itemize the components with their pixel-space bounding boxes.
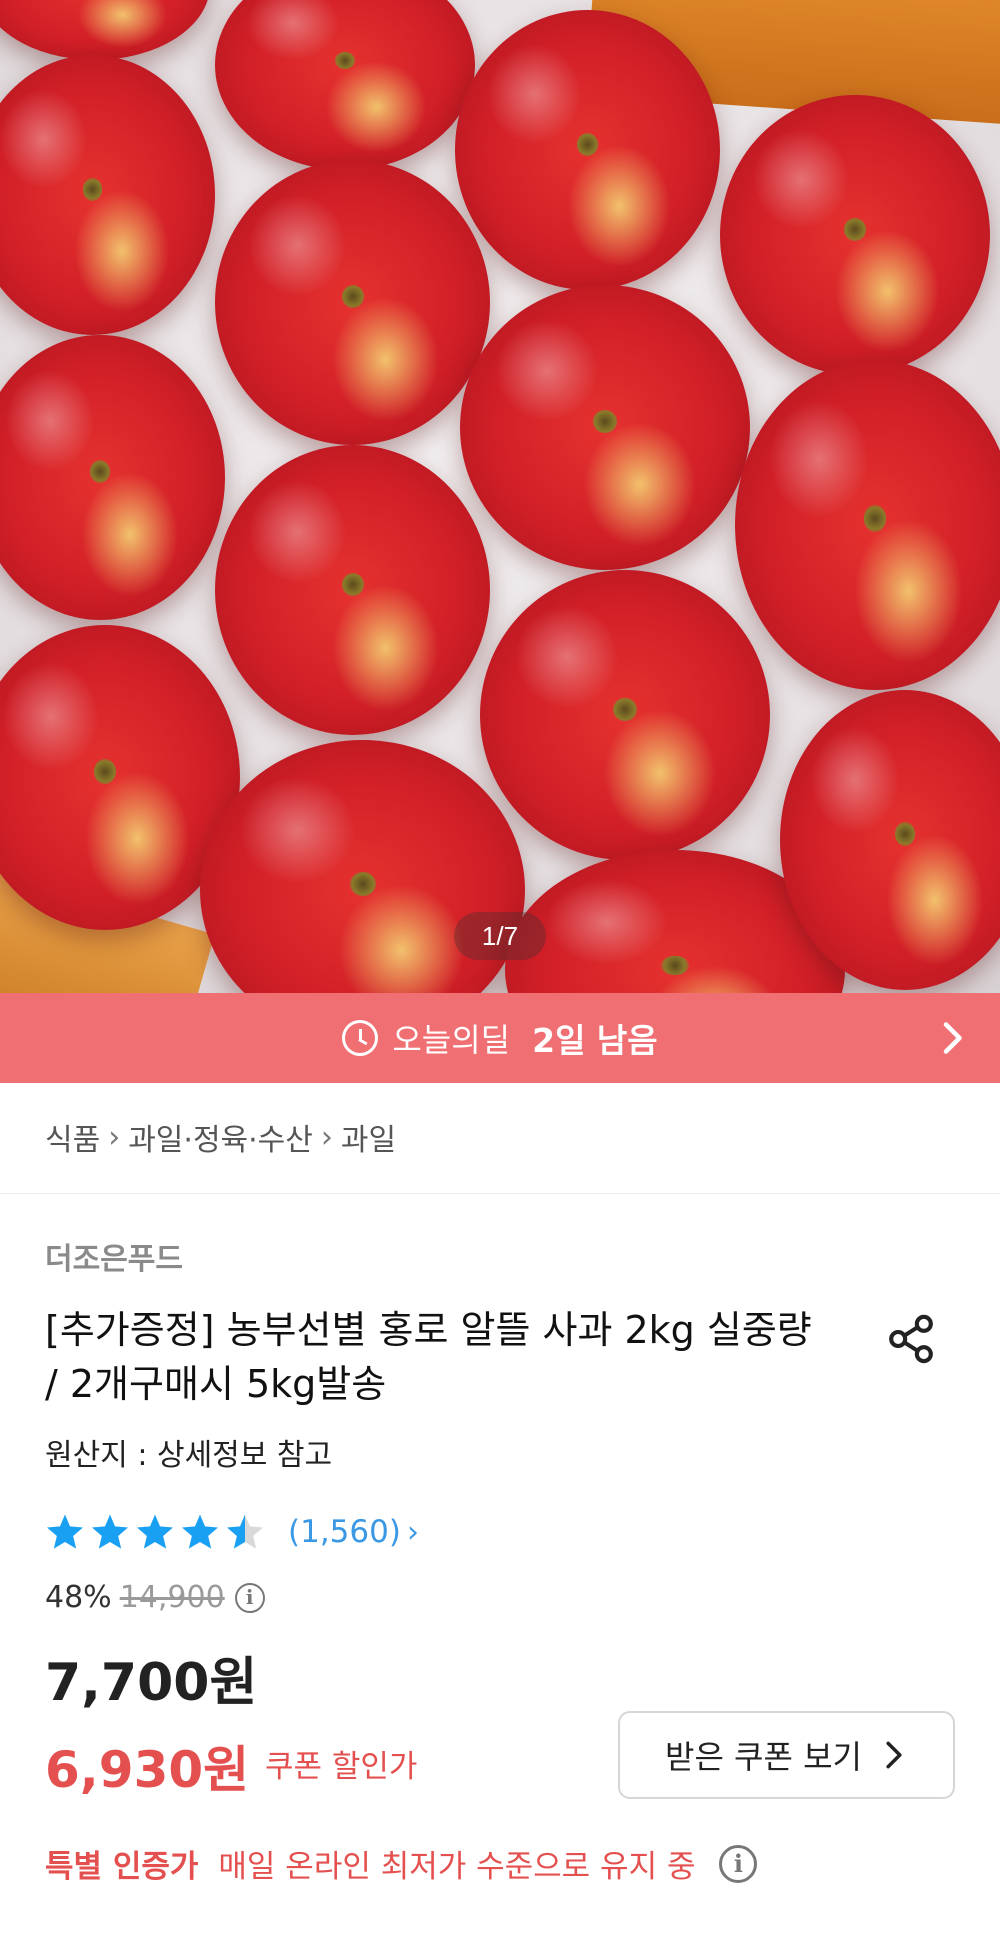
certification-row: 특별 인증가 매일 온라인 최저가 수준으로 유지 중 i [45,1841,758,1886]
coupon-price-label: 쿠폰 할인가 [265,1749,418,1785]
seller-name[interactable]: 더조은푸드 [45,1234,183,1278]
chevron-right-icon [886,1741,902,1769]
discount-percent: 48% [45,1580,112,1615]
share-icon[interactable] [883,1311,939,1367]
info-icon[interactable]: i [234,1582,265,1613]
info-icon[interactable]: i [719,1844,758,1883]
chevron-right-icon: › [320,1119,333,1155]
rating-row: (1,560) › [45,1512,419,1552]
product-title: [추가증정] 농부선별 홍로 알뜰 사과 2kg 실중량 / 2개구매시 5kg… [45,1308,812,1406]
deal-remaining: 2일 남음 [532,1021,658,1060]
breadcrumb-item[interactable]: 식품 [45,1115,100,1159]
view-coupons-label: 받은 쿠폰 보기 [665,1738,862,1776]
apple-image [215,445,490,735]
star-rating [45,1512,270,1552]
apple-image [0,55,215,335]
apple-image [215,160,490,445]
certification-text: 매일 온라인 최저가 수준으로 유지 중 [218,1849,696,1885]
sale-price: 7,700원 [45,1653,258,1713]
deal-label: 오늘의딜 [392,1021,511,1059]
apple-image [720,95,990,375]
star-half-icon [227,1514,263,1549]
apple-image [460,285,750,570]
discount-row: 48% 14,900 i [45,1580,265,1615]
product-image-gallery[interactable]: 1/7 [0,0,1000,993]
apple-image [0,0,210,60]
coupon-price: 6,930원 [45,1741,250,1799]
review-count-link[interactable]: (1,560) › [288,1514,419,1550]
apple-image [735,360,1000,690]
original-price: 14,900 [119,1580,225,1615]
breadcrumb-item[interactable]: 과일 [341,1115,396,1159]
origin-info: 원산지 : 상세정보 참고 [45,1438,333,1473]
star-icon [137,1514,173,1549]
apple-image [0,335,225,620]
apple-image [480,570,770,860]
star-icon [47,1514,83,1549]
chevron-right-icon: › [406,1514,419,1550]
apple-image [455,10,720,290]
review-count: (1,560) [288,1514,401,1550]
star-icon [182,1514,218,1549]
section-divider [0,1193,1000,1194]
star-icon [92,1514,128,1549]
clock-icon [342,1020,379,1056]
deal-banner[interactable]: 오늘의딜 2일 남음 [0,993,1000,1083]
breadcrumb-item[interactable]: 과일·정육·수산 [128,1115,313,1159]
view-coupons-button[interactable]: 받은 쿠폰 보기 [618,1711,955,1799]
apple-image [215,0,475,170]
image-counter: 1/7 [454,912,546,960]
certification-badge: 특별 인증가 [45,1849,199,1885]
chevron-right-icon[interactable] [934,1020,970,1056]
breadcrumb: 식품 › 과일·정육·수산 › 과일 [45,1115,396,1159]
chevron-right-icon: › [108,1119,121,1155]
